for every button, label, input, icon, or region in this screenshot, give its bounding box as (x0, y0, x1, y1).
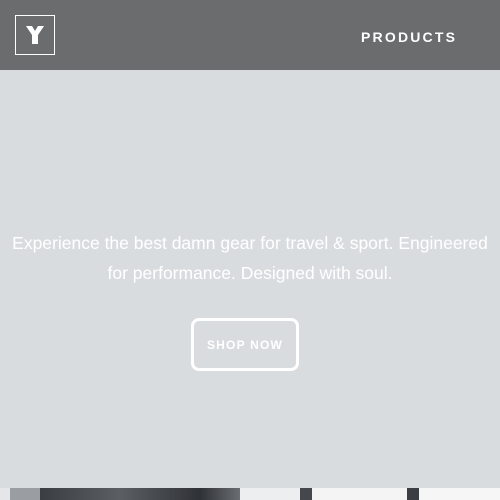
product-image-strip (0, 488, 500, 500)
site-header: PRODUCTS (0, 0, 500, 70)
shop-now-button[interactable]: SHOP NOW (191, 318, 299, 371)
brand-y-logo-icon (26, 26, 44, 44)
hero-tagline: Experience the best damn gear for travel… (12, 233, 488, 283)
hero-section: Experience the best damn gear for travel… (0, 70, 500, 488)
nav-products-link[interactable]: PRODUCTS (361, 29, 457, 45)
brand-logo[interactable] (15, 15, 55, 55)
